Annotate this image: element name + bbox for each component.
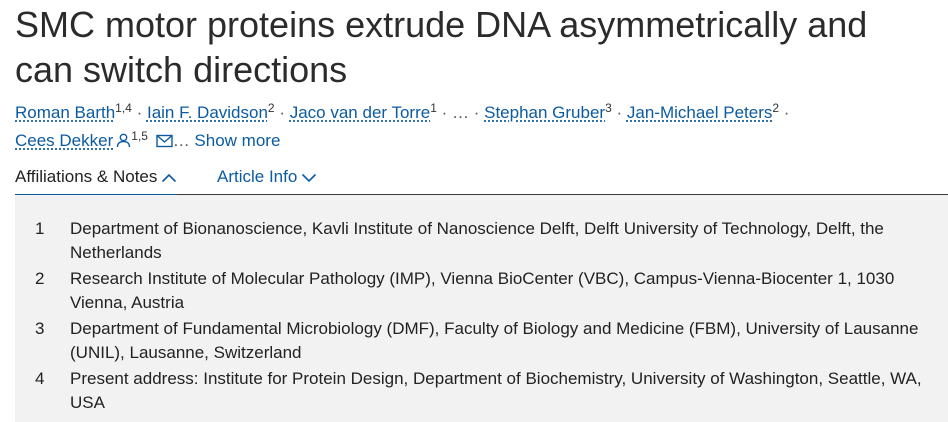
affiliation-item: 3 Department of Fundamental Microbiology… (15, 317, 948, 364)
affiliation-item: 2 Research Institute of Molecular Pathol… (15, 267, 948, 314)
chevron-down-icon (301, 167, 317, 189)
affiliation-ref[interactable]: 2 (268, 101, 275, 115)
author-link-cees-dekker[interactable]: Cees Dekker (15, 131, 113, 150)
tab-article-info[interactable]: Article Info (217, 166, 317, 189)
chevron-up-icon (161, 167, 177, 189)
author-separator-ellipsis: · … · (436, 103, 485, 122)
tab-label: Article Info (217, 167, 298, 186)
envelope-icon[interactable] (155, 129, 173, 157)
affiliation-ref[interactable]: 1,5 (131, 129, 148, 143)
author-link-stephan-gruber[interactable]: Stephan Gruber (484, 103, 605, 122)
author-link-iain-davidson[interactable]: Iain F. Davidson (147, 103, 268, 122)
affiliations-list: 1 Department of Bionanoscience, Kavli In… (15, 195, 948, 414)
author-link-jan-michael-peters[interactable]: Jan-Michael Peters (627, 103, 773, 122)
author-list: Roman Barth1,4 · Iain F. Davidson2 · Jac… (15, 99, 935, 157)
author-separator: · (274, 103, 290, 122)
author-separator: · (779, 103, 790, 122)
author-separator: · (131, 103, 147, 122)
affiliation-item: 1 Department of Bionanoscience, Kavli In… (15, 217, 948, 264)
affiliation-number: 2 (35, 269, 45, 288)
author-list-ellipsis: … (172, 131, 190, 150)
tab-label: Affiliations & Notes (15, 167, 158, 186)
affiliations-panel: 1 Department of Bionanoscience, Kavli In… (15, 195, 948, 422)
tab-affiliations-notes[interactable]: Affiliations & Notes (15, 166, 178, 196)
affiliation-number: 3 (35, 319, 45, 338)
affiliation-ref[interactable]: 1 (430, 101, 437, 115)
article-title: SMC motor proteins extrude DNA asymmetri… (15, 4, 868, 90)
person-icon[interactable] (116, 129, 131, 157)
affiliation-ref[interactable]: 3 (605, 101, 612, 115)
affiliation-number: 4 (35, 369, 45, 388)
author-link-roman-barth[interactable]: Roman Barth (15, 103, 115, 122)
affiliation-ref[interactable]: 1,4 (115, 101, 132, 115)
affiliation-text: Department of Bionanoscience, Kavli Inst… (70, 219, 884, 262)
affiliation-number: 1 (35, 219, 45, 238)
affiliation-text: Present address: Institute for Protein D… (70, 369, 922, 412)
author-link-jaco-van-der-torre[interactable]: Jaco van der Torre (290, 103, 430, 122)
affiliation-text: Research Institute of Molecular Patholog… (70, 269, 895, 312)
tab-bar: Affiliations & Notes Article Info (15, 163, 948, 196)
show-more-link[interactable]: Show more (194, 131, 280, 150)
author-separator: · (611, 103, 627, 122)
affiliation-text: Department of Fundamental Microbiology (… (70, 319, 919, 362)
affiliation-item: 4 Present address: Institute for Protein… (15, 367, 948, 414)
